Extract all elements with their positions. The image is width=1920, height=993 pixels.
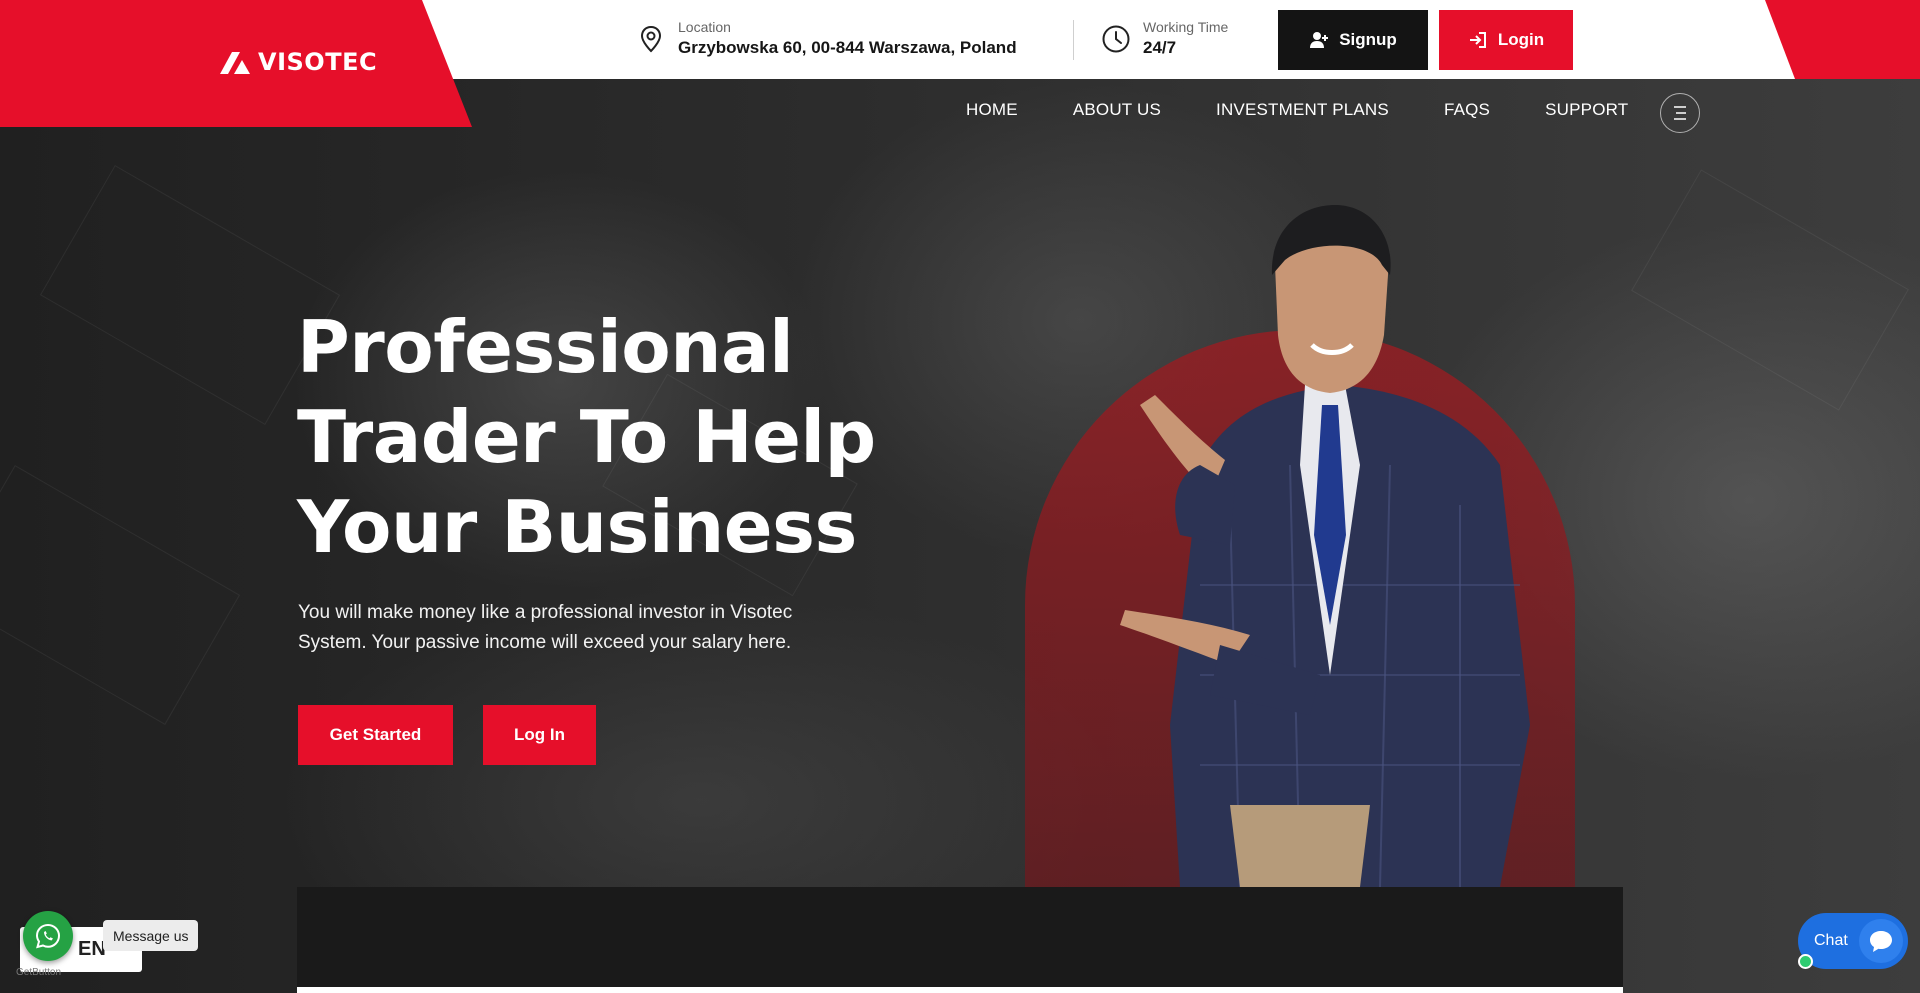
whatsapp-icon [35, 923, 61, 949]
hero-subtitle: You will make money like a professional … [298, 602, 793, 653]
chat-bubble-icon [1859, 919, 1903, 963]
signup-button[interactable]: Signup [1278, 10, 1428, 70]
map-pin-icon [640, 25, 662, 53]
whatsapp-tooltip: Message us [103, 920, 199, 951]
brand-name: VISOTEC [258, 48, 378, 76]
hero-title-line-1: Professional [297, 305, 794, 389]
login-button[interactable]: Login [1439, 10, 1573, 70]
hex-decoration [39, 165, 341, 425]
signup-label: Signup [1339, 30, 1397, 49]
chat-widget-button[interactable]: Chat [1798, 913, 1908, 969]
online-status-dot [1798, 954, 1813, 969]
location-label: Location [678, 19, 731, 35]
hamburger-icon [1674, 106, 1686, 120]
hex-decoration [0, 465, 241, 725]
whatsapp-button[interactable] [23, 911, 73, 961]
hero-background [0, 0, 1920, 993]
logo-block: VISOTEC [0, 0, 472, 127]
main-nav: HOME ABOUT US INVESTMENT PLANS FAQS SUPP… [966, 100, 1628, 120]
hero-title: Professional Trader To Help Your Busines… [297, 302, 917, 572]
getbutton-credit[interactable]: GetButton [16, 967, 61, 978]
language-code: EN [78, 938, 106, 960]
hex-decoration [1631, 169, 1909, 411]
nav-investment-plans[interactable]: INVESTMENT PLANS [1216, 100, 1389, 120]
location-value: Grzybowska 60, 00-844 Warszawa, Poland [678, 38, 1017, 57]
sign-in-icon [1469, 32, 1486, 48]
logo-mark-icon [220, 52, 250, 74]
header-divider [1073, 20, 1074, 60]
chat-icon [1870, 931, 1892, 952]
working-time-info: Working Time 24/7 [1101, 18, 1228, 60]
brand-logo[interactable]: VISOTEC [220, 48, 377, 76]
menu-toggle-button[interactable] [1660, 93, 1700, 133]
bottom-panel [297, 887, 1623, 993]
nav-faqs[interactable]: FAQS [1444, 100, 1490, 120]
get-started-button[interactable]: Get Started [298, 705, 453, 765]
login-label: Login [1497, 30, 1545, 49]
bottom-panel-edge [297, 987, 1623, 993]
working-time-label: Working Time [1143, 19, 1229, 35]
location-info: Location Grzybowska 60, 00-844 Warszawa,… [636, 18, 1017, 60]
nav-about-us[interactable]: ABOUT US [1073, 100, 1161, 120]
hero-title-line-2: Trader To Help [297, 395, 876, 479]
user-plus-icon [1310, 32, 1329, 48]
businessman-image [1120, 205, 1530, 887]
working-time-value: 24/7 [1143, 38, 1177, 57]
hero-title-line-3: Your Business [297, 485, 857, 569]
chat-label: Chat [1814, 932, 1848, 949]
clock-icon [1102, 25, 1130, 53]
hero-login-button[interactable]: Log In [483, 705, 596, 765]
nav-support[interactable]: SUPPORT [1545, 100, 1628, 120]
nav-home[interactable]: HOME [966, 100, 1018, 120]
